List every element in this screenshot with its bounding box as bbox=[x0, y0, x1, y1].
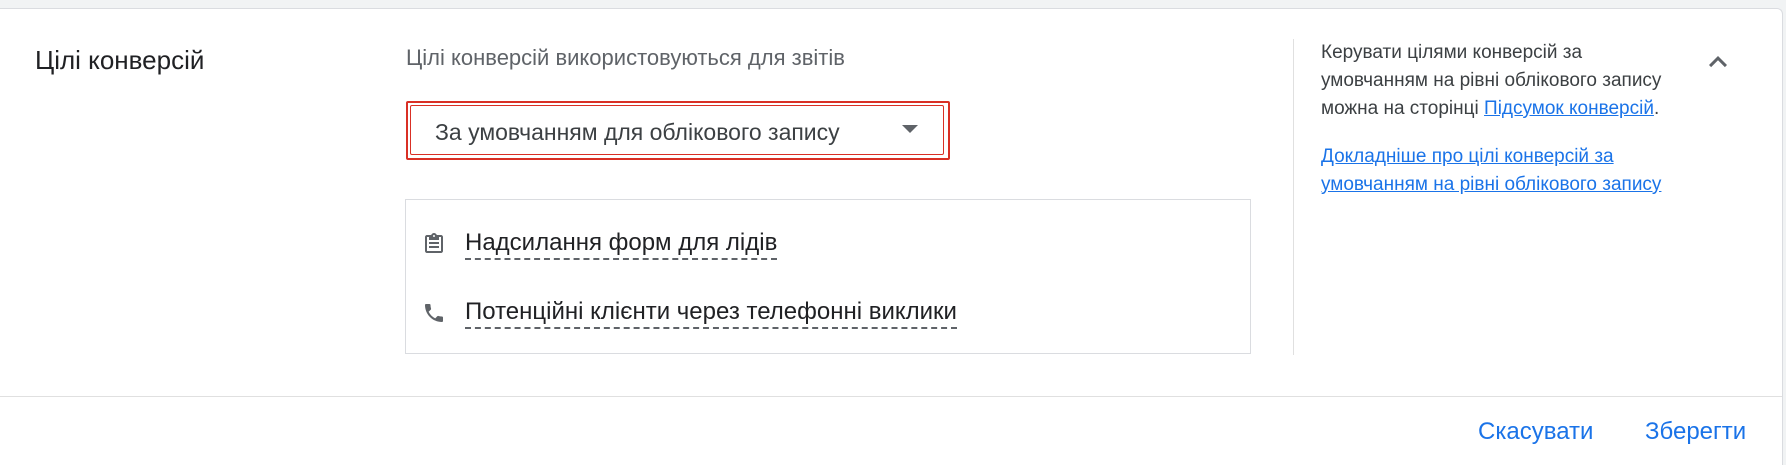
dropdown-selected-value: За умовчанням для облікового запису bbox=[435, 119, 840, 145]
conversion-goals-card: Цілі конверсій Цілі конверсій використов… bbox=[0, 8, 1783, 465]
cancel-button[interactable]: Скасувати bbox=[1478, 418, 1593, 446]
chevron-up-icon bbox=[1709, 56, 1727, 68]
section-title: Цілі конверсій bbox=[35, 45, 205, 75]
help-text: Керувати цілями конверсій за умовчанням … bbox=[1321, 39, 1681, 123]
goal-label[interactable]: Надсилання форм для лідів bbox=[465, 228, 778, 260]
footer-divider bbox=[0, 396, 1782, 397]
save-button[interactable]: Зберегти bbox=[1645, 418, 1746, 446]
vertical-divider bbox=[1293, 39, 1294, 355]
phone-icon bbox=[422, 301, 446, 325]
help-text-period: . bbox=[1653, 98, 1660, 119]
section-subtitle: Цілі конверсій використовуються для звіт… bbox=[406, 45, 845, 70]
goals-dropdown[interactable]: За умовчанням для облікового запису bbox=[406, 101, 950, 160]
goals-list: Надсилання форм для лідів Потенційні клі… bbox=[405, 199, 1251, 354]
list-item: Надсилання форм для лідів bbox=[422, 228, 778, 260]
clipboard-icon bbox=[422, 232, 446, 256]
list-item: Потенційні клієнти через телефонні викли… bbox=[422, 297, 957, 329]
goal-label[interactable]: Потенційні клієнти через телефонні викли… bbox=[465, 297, 957, 329]
learn-more-paragraph: Докладніше про цілі конверсій за умовчан… bbox=[1321, 143, 1681, 199]
help-panel: Керувати цілями конверсій за умовчанням … bbox=[1321, 39, 1681, 199]
learn-more-link[interactable]: Докладніше про цілі конверсій за умовчан… bbox=[1321, 146, 1661, 195]
collapse-button[interactable] bbox=[1700, 44, 1736, 80]
conversion-summary-link[interactable]: Підсумок конверсій bbox=[1484, 98, 1654, 119]
arrow-drop-down-icon bbox=[902, 125, 918, 133]
